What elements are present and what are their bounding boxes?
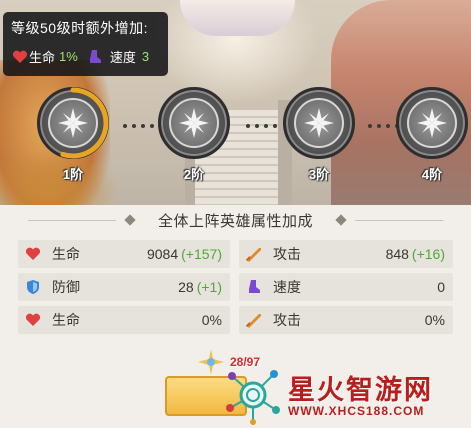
boot-icon xyxy=(245,279,263,295)
attribute-row: 攻击 0% xyxy=(239,306,453,334)
stage-label: 3阶 xyxy=(308,167,330,182)
attribute-name: 攻击 xyxy=(273,246,301,262)
stage-medal[interactable] xyxy=(158,87,230,159)
heart-icon xyxy=(24,246,42,262)
tooltip-stat-label: 生命 xyxy=(29,50,56,65)
stage-medal[interactable] xyxy=(37,87,109,159)
attribute-increase: (+157) xyxy=(181,246,222,262)
divider xyxy=(27,219,116,221)
attribute-name: 生命 xyxy=(52,246,80,262)
attribute-name: 速度 xyxy=(273,279,301,295)
character-dress xyxy=(180,0,295,36)
attribute-row: 速度 0 xyxy=(239,273,453,301)
stage-connector xyxy=(368,124,399,128)
star-material-icon xyxy=(198,349,224,375)
stage-label: 4阶 xyxy=(421,167,443,182)
stage-1[interactable]: 1阶 xyxy=(37,87,109,187)
divider xyxy=(355,219,443,221)
network-logo-icon xyxy=(226,370,280,425)
tooltip-title: 等级50级时额外增加: xyxy=(11,20,148,36)
sword-icon xyxy=(245,312,263,328)
stage-medal[interactable] xyxy=(283,87,355,159)
stage-label: 1阶 xyxy=(62,167,84,182)
attribute-row: 攻击 848 (+16) xyxy=(239,240,453,268)
attribute-name: 攻击 xyxy=(273,312,301,328)
attribute-name: 防御 xyxy=(52,279,80,295)
level-bonus-tooltip: 等级50级时额外增加: 生命 1% 速度 3 xyxy=(3,12,168,76)
attribute-row: 生命 9084 (+157) xyxy=(18,240,230,268)
heart-icon xyxy=(11,49,29,65)
progress-arc xyxy=(60,87,109,159)
watermark-title: 星火智游网 xyxy=(288,375,433,405)
emblem-icon xyxy=(169,98,219,148)
diamond-icon xyxy=(335,214,347,226)
stage-4[interactable]: 4阶 xyxy=(396,87,468,187)
panel-header: 全体上阵英雄属性加成 xyxy=(0,205,471,235)
stage-medal[interactable] xyxy=(396,87,468,159)
stage-2[interactable]: 2阶 xyxy=(158,87,230,187)
attribute-value: 0 xyxy=(437,279,445,295)
stage-connector xyxy=(123,124,154,128)
sword-icon xyxy=(245,246,263,262)
attribute-value: 0% xyxy=(201,312,222,328)
boot-icon xyxy=(86,49,104,65)
attribute-row: 防御 28 (+1) xyxy=(18,273,230,301)
watermark-url: WWW.XHCS188.COM xyxy=(288,404,425,418)
stage-progress-ring xyxy=(60,87,109,159)
stage-connector xyxy=(246,124,277,128)
stage-3[interactable]: 3阶 xyxy=(283,87,355,187)
attribute-increase: (+16) xyxy=(411,246,445,262)
panel-title: 全体上阵英雄属性加成 xyxy=(157,212,313,230)
tooltip-stats: 生命 1% 速度 3 xyxy=(11,47,160,66)
attribute-value: 28 xyxy=(178,279,194,295)
attribute-value: 9084 xyxy=(146,246,179,262)
tooltip-stat-value: 1% xyxy=(59,49,78,64)
stage-label: 2阶 xyxy=(183,167,205,182)
watermark: 星火智游网 WWW.XHCS188.COM xyxy=(222,364,471,428)
tooltip-stat-value: 3 xyxy=(141,49,150,64)
emblem-icon xyxy=(294,98,344,148)
attribute-value: 0% xyxy=(424,312,445,328)
attribute-value: 848 xyxy=(385,246,409,262)
emblem-icon xyxy=(407,98,457,148)
diamond-icon xyxy=(124,214,136,226)
attribute-increase: (+1) xyxy=(196,279,222,295)
tooltip-stat-label: 速度 xyxy=(109,50,136,65)
heart-icon xyxy=(24,312,42,328)
attribute-row: 生命 0% xyxy=(18,306,230,334)
attribute-name: 生命 xyxy=(52,312,80,328)
shield-icon xyxy=(24,279,42,295)
